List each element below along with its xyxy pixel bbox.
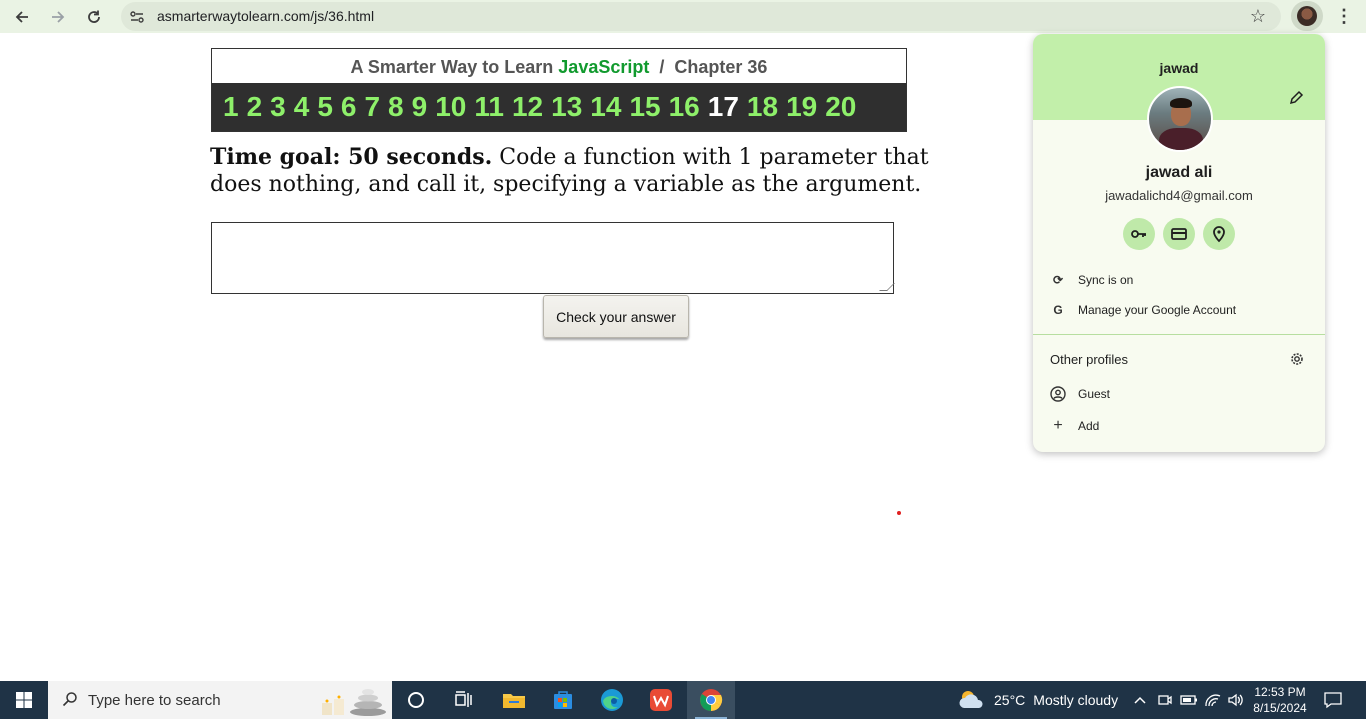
taskbar-search[interactable]: Type here to search — [48, 681, 392, 719]
manage-account-link[interactable]: G Manage your Google Account — [1049, 298, 1236, 322]
system-clock[interactable]: 12:53 PM 8/15/2024 — [1250, 684, 1310, 716]
passwords-key-icon[interactable] — [1123, 218, 1155, 250]
google-g-icon: G — [1053, 303, 1063, 317]
exercise-prompt: Time goal: 50 seconds. Code a function w… — [210, 144, 970, 198]
answer-textarea[interactable] — [211, 222, 894, 294]
account-email: jawadalichd4@gmail.com — [1105, 188, 1253, 203]
profile-menu: jawad jawad ali jawadalichd4@gmail.com ⟳… — [1033, 34, 1325, 452]
cortana-icon[interactable] — [392, 681, 440, 719]
clock-date: 8/15/2024 — [1253, 701, 1307, 715]
sync-icon: ⟳ — [1052, 273, 1064, 287]
title-chapter: Chapter 36 — [674, 57, 768, 77]
guest-label: Guest — [1078, 387, 1111, 401]
chapter-link[interactable]: 13 — [551, 91, 582, 123]
weather-cloud-icon — [958, 688, 986, 712]
edge-browser-icon[interactable] — [588, 681, 636, 719]
other-profiles-heading: Other profiles — [1050, 352, 1129, 367]
chapter-link[interactable]: 16 — [669, 91, 700, 123]
address-pin-icon[interactable] — [1203, 218, 1235, 250]
wifi-icon[interactable] — [1204, 691, 1222, 709]
volume-icon[interactable] — [1227, 691, 1245, 709]
windows-start-icon[interactable] — [0, 681, 48, 719]
chapter-link[interactable]: 10 — [435, 91, 466, 123]
meet-now-icon[interactable] — [1156, 691, 1174, 709]
gear-icon[interactable] — [1289, 352, 1305, 368]
battery-icon[interactable] — [1180, 691, 1198, 709]
search-placeholder: Type here to search — [88, 692, 221, 709]
chapter-link[interactable]: 12 — [512, 91, 543, 123]
windows-taskbar: Type here to search 25°C Mostly cloudy 1… — [0, 681, 1366, 719]
browser-toolbar: asmarterwaytolearn.com/js/36.html ☆ ⋮ — [0, 0, 1366, 33]
cursor-dot — [897, 511, 901, 515]
chapter-link[interactable]: 1 — [223, 91, 239, 123]
page-title: A Smarter Way to Learn JavaScript / Chap… — [212, 57, 906, 78]
avatar — [1297, 6, 1317, 26]
profile-avatar-button[interactable] — [1291, 1, 1323, 31]
title-javascript: JavaScript — [558, 57, 650, 77]
file-explorer-icon[interactable] — [490, 681, 538, 719]
clock-time: 12:53 PM — [1254, 685, 1306, 699]
time-goal: Time goal: 50 seconds. — [210, 144, 493, 170]
sync-label: Sync is on — [1078, 273, 1134, 287]
edit-pencil-icon[interactable] — [1287, 90, 1305, 108]
reload-icon[interactable] — [81, 4, 107, 30]
chevron-up-icon[interactable] — [1131, 691, 1149, 709]
bookmark-star-icon[interactable]: ☆ — [1248, 6, 1268, 26]
back-icon[interactable] — [9, 4, 35, 30]
title-separator: / — [659, 57, 665, 77]
profile-name: jawad — [1159, 60, 1199, 76]
chapter-link-current[interactable]: 17 — [708, 91, 739, 123]
chapter-link[interactable]: 9 — [412, 91, 428, 123]
manage-account-label: Manage your Google Account — [1078, 303, 1237, 317]
wps-office-icon[interactable] — [637, 681, 685, 719]
guest-person-icon — [1049, 385, 1067, 403]
chapter-link[interactable]: 6 — [341, 91, 357, 123]
chapter-link[interactable]: 11 — [474, 91, 504, 123]
chapter-link[interactable]: 15 — [629, 91, 660, 123]
divider — [1033, 334, 1325, 335]
site-info-icon[interactable] — [128, 8, 146, 26]
address-url[interactable]: asmarterwaytolearn.com/js/36.html — [157, 8, 374, 24]
chapter-link[interactable]: 14 — [590, 91, 621, 123]
sync-status[interactable]: ⟳ Sync is on — [1049, 268, 1133, 292]
chapter-nav: 1 2 3 4 5 6 7 8 9 10 11 12 13 14 15 16 1… — [212, 83, 906, 131]
spa-stones-icon — [318, 685, 392, 717]
menu-kebab-icon[interactable]: ⋮ — [1334, 6, 1354, 26]
chapter-link[interactable]: 5 — [317, 91, 333, 123]
chrome-browser-icon[interactable] — [687, 681, 735, 719]
guest-profile-item[interactable]: Guest — [1049, 382, 1110, 406]
add-label: Add — [1078, 419, 1100, 433]
payment-card-icon[interactable] — [1163, 218, 1195, 250]
notification-center-icon[interactable] — [1322, 689, 1344, 711]
chapter-link[interactable]: 4 — [294, 91, 310, 123]
title-prefix: A Smarter Way to Learn — [350, 57, 554, 77]
chapter-link[interactable]: 8 — [388, 91, 404, 123]
chapter-link[interactable]: 19 — [786, 91, 817, 123]
weather-temperature: 25°C — [994, 692, 1026, 708]
chapter-link[interactable]: 18 — [747, 91, 778, 123]
chapter-link[interactable]: 2 — [247, 91, 263, 123]
chapter-link[interactable]: 3 — [270, 91, 286, 123]
weather-widget[interactable]: 25°C Mostly cloudy — [958, 681, 1118, 719]
lesson-header: A Smarter Way to Learn JavaScript / Chap… — [211, 48, 907, 132]
chapter-link[interactable]: 20 — [825, 91, 856, 123]
avatar — [1147, 86, 1213, 152]
chapter-link[interactable]: 7 — [364, 91, 380, 123]
search-icon — [62, 691, 78, 707]
account-full-name: jawad ali — [1145, 164, 1213, 181]
microsoft-store-icon[interactable] — [539, 681, 587, 719]
check-answer-button[interactable]: Check your answer — [543, 295, 689, 338]
plus-icon: + — [1053, 417, 1063, 434]
add-profile-item[interactable]: + Add — [1049, 414, 1099, 438]
forward-icon[interactable] — [45, 4, 71, 30]
task-view-icon[interactable] — [440, 681, 488, 719]
weather-description: Mostly cloudy — [1033, 692, 1119, 708]
